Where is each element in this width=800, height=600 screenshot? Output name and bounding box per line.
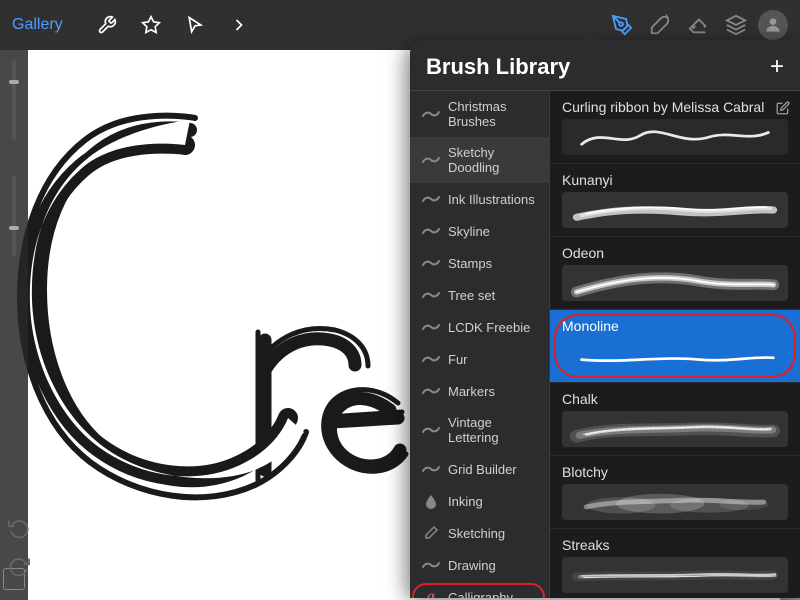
undo-button[interactable] xyxy=(5,514,33,542)
toolbar-right xyxy=(606,9,788,41)
brush-preview xyxy=(562,338,788,374)
category-label: Drawing xyxy=(448,558,496,573)
smudge-tool-icon[interactable] xyxy=(644,9,676,41)
category-icon xyxy=(420,191,442,207)
opacity-slider[interactable] xyxy=(12,176,16,256)
category-icon xyxy=(420,493,442,509)
category-label: Skyline xyxy=(448,224,490,239)
category-label: Calligraphy xyxy=(448,590,513,599)
category-label: Tree set xyxy=(448,288,495,303)
brush-name: Blotchy xyxy=(562,464,788,480)
category-icon xyxy=(420,557,442,573)
category-item-skyline[interactable]: Skyline xyxy=(410,215,549,247)
category-label: Markers xyxy=(448,384,495,399)
category-item-fur[interactable]: Fur xyxy=(410,343,549,375)
brush-item-streaks[interactable]: Streaks xyxy=(550,529,800,598)
category-icon xyxy=(420,351,442,367)
edit-brush-icon[interactable] xyxy=(776,101,790,118)
category-icon xyxy=(420,152,442,168)
category-item-sketchy-doodling[interactable]: Sketchy Doodling xyxy=(410,137,549,183)
brush-name: Curling ribbon by Melissa Cabral xyxy=(562,99,788,115)
brush-name: Chalk xyxy=(562,391,788,407)
brush-size-slider[interactable] xyxy=(12,60,16,140)
brush-library-panel: Brush Library + Christmas Brushes Sketchy… xyxy=(410,40,800,598)
layers-icon[interactable] xyxy=(720,9,752,41)
lettering-art: .letter-stroke { fill: none; stroke: #1a… xyxy=(10,50,430,560)
brush-item-odeon[interactable]: Odeon xyxy=(550,237,800,310)
category-label: Stamps xyxy=(448,256,492,271)
category-label: Fur xyxy=(448,352,468,367)
redo-button[interactable] xyxy=(5,552,33,580)
panel-header: Brush Library + xyxy=(410,40,800,91)
category-label: Inking xyxy=(448,494,483,509)
pen-tool-icon[interactable] xyxy=(606,9,638,41)
avatar[interactable] xyxy=(758,10,788,40)
category-icon xyxy=(420,255,442,271)
category-item-grid-builder[interactable]: Grid Builder xyxy=(410,453,549,485)
brush-item-kunanyi[interactable]: Kunanyi xyxy=(550,164,800,237)
category-icon xyxy=(420,525,442,541)
category-icon xyxy=(420,106,442,122)
brush-name: Streaks xyxy=(562,537,788,553)
brush-list: Curling ribbon by Melissa Cabral Kunanyi… xyxy=(550,91,800,598)
category-label: Sketching xyxy=(448,526,505,541)
category-icon xyxy=(420,461,442,477)
brush-preview xyxy=(562,411,788,447)
category-icon xyxy=(420,319,442,335)
brush-item-monoline[interactable]: Monoline xyxy=(550,310,800,383)
category-item-calligraphy[interactable]: a Calligraphy xyxy=(410,581,549,598)
magic-icon[interactable] xyxy=(135,9,167,41)
brush-preview xyxy=(562,192,788,228)
category-item-sketching[interactable]: Sketching xyxy=(410,517,549,549)
eraser-tool-icon[interactable] xyxy=(682,9,714,41)
category-icon: a xyxy=(420,589,442,598)
category-label: Sketchy Doodling xyxy=(448,145,539,175)
category-item-stamps[interactable]: Stamps xyxy=(410,247,549,279)
brush-name: Monoline xyxy=(562,318,788,334)
category-list: Christmas Brushes Sketchy Doodling Ink Ill… xyxy=(410,91,550,598)
category-item-inking[interactable]: Inking xyxy=(410,485,549,517)
brush-item-blotchy[interactable]: Blotchy xyxy=(550,456,800,529)
category-label: Grid Builder xyxy=(448,462,517,477)
category-item-tree-set[interactable]: Tree set xyxy=(410,279,549,311)
category-icon xyxy=(420,223,442,239)
category-item-christmas-brushes[interactable]: Christmas Brushes xyxy=(410,91,549,137)
category-icon xyxy=(420,287,442,303)
bottom-controls xyxy=(5,514,33,580)
panel-title: Brush Library xyxy=(426,54,570,80)
gallery-button[interactable]: Gallery xyxy=(12,16,63,34)
category-item-drawing[interactable]: Drawing xyxy=(410,549,549,581)
transform-icon[interactable] xyxy=(223,9,255,41)
category-item-ink-illustrations[interactable]: Ink Illustrations xyxy=(410,183,549,215)
brush-preview xyxy=(562,484,788,520)
category-label: Vintage Lettering xyxy=(448,415,539,445)
category-item-lcdk-freebie[interactable]: LCDK Freebie xyxy=(410,311,549,343)
brush-preview xyxy=(562,557,788,593)
brush-preview xyxy=(562,119,788,155)
brush-name: Kunanyi xyxy=(562,172,788,188)
wrench-icon[interactable] xyxy=(91,9,123,41)
brush-name: Odeon xyxy=(562,245,788,261)
category-item-markers[interactable]: Markers xyxy=(410,375,549,407)
brush-preview xyxy=(562,265,788,301)
category-label: LCDK Freebie xyxy=(448,320,530,335)
category-icon xyxy=(420,422,442,438)
category-label: Ink Illustrations xyxy=(448,192,535,207)
brush-item-curling-ribbon-by-melissa-cabral[interactable]: Curling ribbon by Melissa Cabral xyxy=(550,91,800,164)
brush-item-chalk[interactable]: Chalk xyxy=(550,383,800,456)
selection-icon[interactable] xyxy=(179,9,211,41)
category-label: Christmas Brushes xyxy=(448,99,539,129)
category-icon xyxy=(420,383,442,399)
category-item-vintage-lettering[interactable]: Vintage Lettering xyxy=(410,407,549,453)
add-brush-button[interactable]: + xyxy=(770,55,784,79)
panel-body: Christmas Brushes Sketchy Doodling Ink Ill… xyxy=(410,91,800,598)
